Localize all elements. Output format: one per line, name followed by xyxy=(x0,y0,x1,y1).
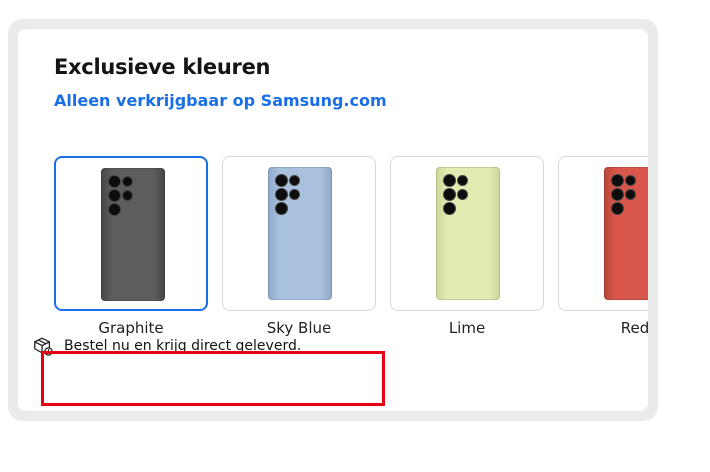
color-option-lime[interactable]: Lime xyxy=(390,156,544,337)
phone-back-image xyxy=(604,167,648,300)
camera-lens xyxy=(109,204,120,215)
camera-lens xyxy=(626,190,635,199)
color-label: Red xyxy=(620,319,648,337)
camera-lens xyxy=(123,177,132,186)
samsung-com-link[interactable]: Alleen verkrijgbaar op Samsung.com xyxy=(54,91,387,110)
highlight-box xyxy=(41,351,385,406)
camera-lens xyxy=(290,176,299,185)
phone-back-image xyxy=(101,168,165,301)
camera-lens xyxy=(612,175,623,186)
color-label: Lime xyxy=(448,319,486,337)
phone-back-image xyxy=(436,167,500,300)
camera-lens xyxy=(626,176,635,185)
camera-lens xyxy=(458,176,467,185)
color-option-box xyxy=(390,156,544,311)
color-option-sky-blue[interactable]: Sky Blue xyxy=(222,156,376,337)
camera-lens xyxy=(612,189,623,200)
color-option-graphite[interactable]: Graphite xyxy=(54,156,208,337)
color-option-box xyxy=(222,156,376,311)
color-option-box xyxy=(54,156,208,311)
section-title: Exclusieve kleuren xyxy=(54,55,271,79)
camera-lens xyxy=(276,189,287,200)
phone-back-image xyxy=(268,167,332,300)
camera-lens xyxy=(444,189,455,200)
camera-lens xyxy=(444,175,455,186)
camera-lens xyxy=(612,203,623,214)
color-option-box xyxy=(558,156,648,311)
camera-lens xyxy=(109,190,120,201)
camera-lens xyxy=(276,203,287,214)
color-swatch-list: Graphite Sky Blue Lime Red xyxy=(54,156,648,337)
camera-lens xyxy=(444,203,455,214)
camera-lens xyxy=(276,175,287,186)
color-option-red[interactable]: Red xyxy=(558,156,648,337)
camera-lens xyxy=(458,190,467,199)
camera-lens xyxy=(123,191,132,200)
camera-lens xyxy=(109,176,120,187)
camera-lens xyxy=(290,190,299,199)
